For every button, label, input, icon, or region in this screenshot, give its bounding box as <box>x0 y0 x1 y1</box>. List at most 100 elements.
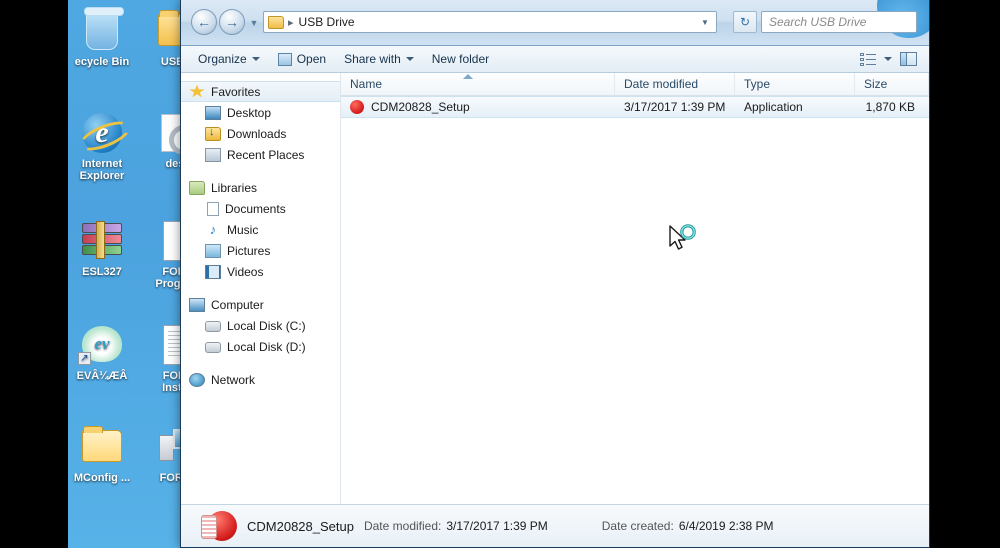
details-date-created-value: 6/4/2019 2:38 PM <box>678 519 774 533</box>
sidebar-item-desktop[interactable]: Desktop <box>181 102 340 123</box>
sidebar-item-music[interactable]: ♪ Music <box>181 219 340 240</box>
internet-explorer-icon: e <box>68 110 140 156</box>
file-list-pane[interactable]: Name Date modified Type Size CDM20828_Se… <box>341 73 929 504</box>
details-file-name: CDM20828_Setup <box>247 518 354 534</box>
view-dropdown-chevron-icon[interactable] <box>884 57 892 61</box>
recycle-bin-icon <box>68 7 140 54</box>
address-bar[interactable]: ▸ USB Drive ▼ <box>263 11 717 33</box>
open-label: Open <box>296 52 327 66</box>
details-date-modified-value: 3/17/2017 1:39 PM <box>446 519 548 533</box>
table-row[interactable]: CDM20828_Setup 3/17/2017 1:39 PM Applica… <box>341 96 929 118</box>
file-rows[interactable]: CDM20828_Setup 3/17/2017 1:39 PM Applica… <box>341 96 929 504</box>
screen: ecycle Bin USB D e Internet Explorer des… <box>0 0 1000 548</box>
pictures-icon <box>205 243 221 258</box>
new-folder-button[interactable]: New folder <box>423 49 498 69</box>
forward-button[interactable]: → <box>219 9 245 35</box>
sidebar-item-local-disk-d[interactable]: Local Disk (D:) <box>181 336 340 357</box>
column-header-size[interactable]: Size <box>855 73 929 95</box>
breadcrumb-path[interactable]: USB Drive <box>299 15 696 29</box>
search-input[interactable]: Search USB Drive <box>761 11 917 33</box>
sidebar-item-videos[interactable]: Videos <box>181 261 340 282</box>
sidebar-header-label: Libraries <box>211 180 258 195</box>
sidebar-item-computer[interactable]: Computer <box>181 294 340 315</box>
chevron-down-icon <box>251 57 260 61</box>
command-toolbar[interactable]: Organize Open Share with New folder <box>181 46 929 73</box>
column-header-date-modified[interactable]: Date modified <box>615 73 735 95</box>
desktop-icon-esl327[interactable]: ESL327 <box>68 218 140 278</box>
sidebar-item-label: Music <box>227 222 259 237</box>
sidebar-item-label: Desktop <box>227 105 272 120</box>
recent-places-icon <box>205 147 221 162</box>
navigation-pane[interactable]: Favorites Desktop Downloads Recent Place… <box>181 73 341 504</box>
sidebar-item-libraries[interactable]: Libraries <box>181 177 340 198</box>
search-placeholder: Search USB Drive <box>769 15 867 29</box>
music-icon: ♪ <box>209 221 217 237</box>
open-icon <box>277 52 292 66</box>
sidebar-item-recent-places[interactable]: Recent Places <box>181 144 340 165</box>
desktop-icon-vmconfig[interactable]: MConfig ... <box>68 424 140 484</box>
chevron-down-icon <box>405 57 414 61</box>
back-button[interactable]: ← <box>191 9 217 35</box>
column-header-type[interactable]: Type <box>735 73 855 95</box>
sidebar-item-favorites[interactable]: Favorites <box>181 81 340 102</box>
computer-icon <box>189 297 205 312</box>
details-date-created: Date created: 6/4/2019 2:38 PM <box>602 519 774 533</box>
network-icon <box>189 372 205 387</box>
recent-pages-chevron-icon[interactable]: ▼ <box>249 18 259 28</box>
sidebar-header-label: Favorites <box>211 84 261 99</box>
folder-icon <box>268 15 284 29</box>
organize-label: Organize <box>198 52 247 66</box>
sidebar-item-label: Videos <box>227 264 264 279</box>
winrar-archive-icon <box>68 218 140 264</box>
desktop-icon-internet-explorer[interactable]: e Internet Explorer <box>68 110 140 182</box>
explorer-window[interactable]: ← → ▼ ▸ USB Drive ▼ ↻ Search USB Drive O… <box>180 0 930 548</box>
sidebar-item-local-disk-c[interactable]: Local Disk (C:) <box>181 315 340 336</box>
share-with-button[interactable]: Share with <box>335 49 423 69</box>
sidebar-item-label: Documents <box>225 201 286 216</box>
sidebar-item-label: Local Disk (D:) <box>227 339 306 354</box>
details-date-modified-label: Date modified: <box>363 519 442 533</box>
column-headers[interactable]: Name Date modified Type Size <box>341 73 929 96</box>
share-label: Share with <box>344 52 401 66</box>
file-date-modified: 3/17/2017 1:39 PM <box>624 100 726 114</box>
sidebar-item-documents[interactable]: Documents <box>181 198 340 219</box>
refresh-button[interactable]: ↻ <box>733 11 757 33</box>
file-name-cell[interactable]: CDM20828_Setup <box>341 100 615 114</box>
drive-icon <box>205 342 221 353</box>
change-view-icon[interactable] <box>860 52 876 66</box>
open-button[interactable]: Open <box>269 49 335 69</box>
desktop-icon-label: ecycle Bin <box>74 56 130 68</box>
desktop-icon-label: EVÂ¼ÆÂ <box>76 370 128 382</box>
window-body: Favorites Desktop Downloads Recent Place… <box>181 73 929 504</box>
sidebar-item-pictures[interactable]: Pictures <box>181 240 340 261</box>
column-header-name[interactable]: Name <box>341 73 615 95</box>
details-date-created-label: Date created: <box>601 519 674 533</box>
documents-icon <box>207 201 219 216</box>
new-folder-label: New folder <box>431 52 490 66</box>
busy-pointer-icon <box>669 224 696 250</box>
sidebar-item-label: Pictures <box>227 243 271 258</box>
videos-icon <box>205 264 221 279</box>
desktop-icon-forscan-shortcut[interactable]: ev ↗ EVÂ¼ÆÂ <box>68 322 140 382</box>
sidebar-item-label: Local Disk (C:) <box>227 318 306 333</box>
libraries-icon <box>189 180 205 195</box>
desktop-icon <box>205 105 221 120</box>
preview-pane-toggle-icon[interactable] <box>900 52 917 66</box>
sidebar-item-downloads[interactable]: Downloads <box>181 123 340 144</box>
address-dropdown-icon[interactable]: ▼ <box>696 18 714 27</box>
organize-button[interactable]: Organize <box>189 49 269 69</box>
window-title-bar[interactable]: ← → ▼ ▸ USB Drive ▼ ↻ Search USB Drive <box>181 0 929 46</box>
desktop-icon-label: Internet Explorer <box>79 158 125 182</box>
details-pane[interactable]: CDM20828_Setup Date modified: 3/17/2017 … <box>181 504 929 547</box>
file-name: CDM20828_Setup <box>371 100 470 114</box>
application-icon <box>350 100 364 114</box>
star-icon <box>189 84 205 98</box>
desktop-icon-recycle-bin[interactable]: ecycle Bin <box>68 7 140 68</box>
sidebar-item-network[interactable]: Network <box>181 369 340 390</box>
sort-ascending-icon <box>463 74 473 79</box>
sidebar-header-label: Computer <box>211 297 264 312</box>
file-size: 1,870 KB <box>865 100 915 114</box>
forscan-leaf-icon: ev ↗ <box>68 322 140 368</box>
